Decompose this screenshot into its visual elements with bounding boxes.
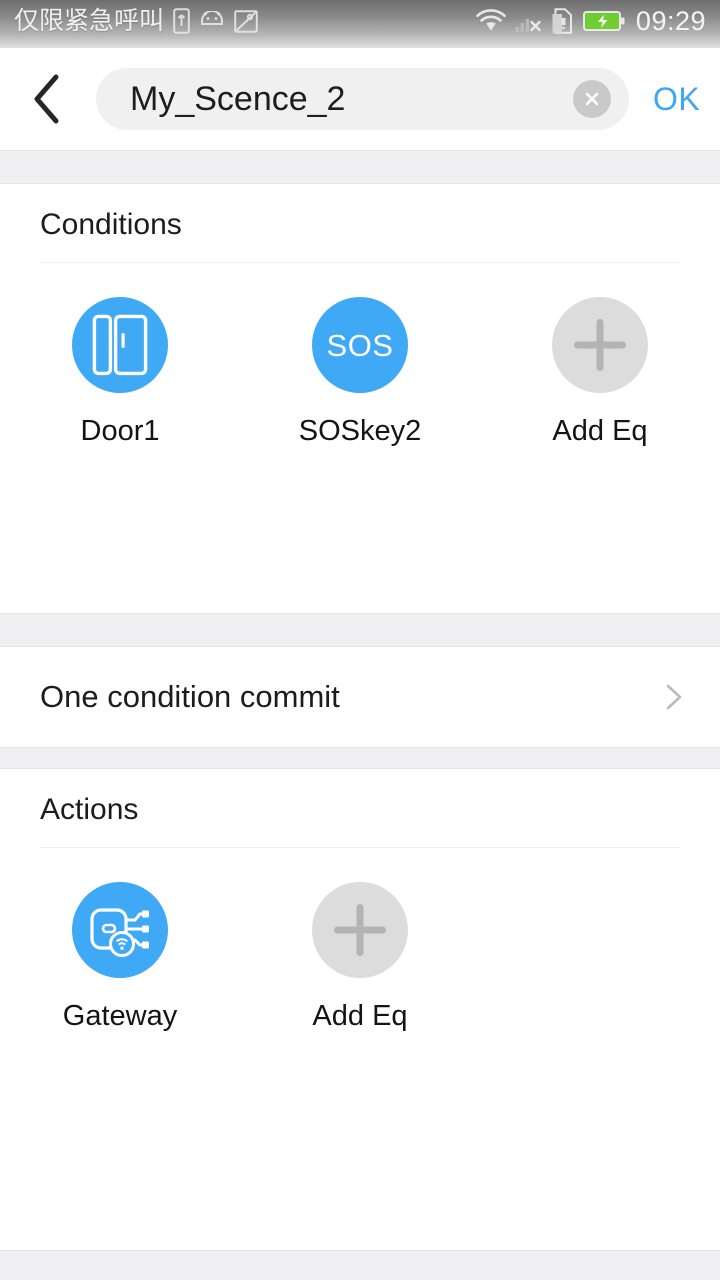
wifi-icon <box>476 8 506 30</box>
chevron-right-icon <box>666 684 682 710</box>
action-add-equipment[interactable]: Add Eq <box>240 882 480 1033</box>
condition-item-soskey2[interactable]: SOS SOSkey2 <box>240 297 480 448</box>
image-icon <box>234 9 258 33</box>
add-avatar <box>552 297 648 393</box>
clear-text-button[interactable] <box>573 80 611 118</box>
condition-item-door1[interactable]: Door1 <box>0 297 240 448</box>
actions-grid: Gateway Add Eq <box>0 848 720 1033</box>
section-gap-middle <box>0 613 720 647</box>
bottom-gap <box>0 1250 720 1280</box>
back-button[interactable] <box>28 68 84 130</box>
status-bar-left: 仅限紧急呼叫 <box>14 8 475 34</box>
commit-row-label: One condition commit <box>40 679 340 714</box>
condition-label: Add Eq <box>552 415 648 447</box>
scene-name-input[interactable] <box>130 79 573 119</box>
app-screen: 仅限紧急呼叫 09:29 My_Scence_2 OK Conditions D… <box>0 0 720 1280</box>
actions-body: Gateway Add Eq <box>0 848 720 1178</box>
condition-add-equipment[interactable]: Add Eq <box>480 297 720 448</box>
one-condition-commit-row[interactable]: One condition commit <box>0 647 720 747</box>
section-gap-top <box>0 150 720 184</box>
status-bar-right: 09:29 <box>475 5 706 36</box>
status-bar: 仅限紧急呼叫 09:29 <box>0 0 720 48</box>
sos-avatar: SOS <box>312 297 408 393</box>
action-label: Add Eq <box>312 1000 408 1032</box>
android-icon <box>201 11 224 25</box>
conditions-title: Conditions <box>40 208 182 241</box>
door-sensor-icon <box>92 314 148 376</box>
close-icon <box>585 92 599 106</box>
condition-label: SOSkey2 <box>298 415 422 447</box>
chevron-left-icon <box>34 74 59 124</box>
top-app-bar: OK <box>0 48 720 150</box>
conditions-grid: Door1 SOS SOSkey2 Add Eq <box>0 263 720 448</box>
add-avatar <box>312 882 408 978</box>
sos-icon: SOS <box>326 327 394 363</box>
condition-label: Door1 <box>80 415 160 447</box>
actions-title: Actions <box>40 793 139 826</box>
section-gap-lower <box>0 747 720 769</box>
gateway-avatar <box>72 882 168 978</box>
scene-name-field[interactable] <box>96 68 629 130</box>
gateway-icon <box>90 908 149 957</box>
sd-card-icon <box>552 8 572 34</box>
actions-section: Actions Gateway Add Eq <box>0 769 720 1178</box>
action-item-gateway[interactable]: Gateway <box>0 882 240 1033</box>
carrier-label: 仅限紧急呼叫 <box>14 6 165 35</box>
sim-card-icon <box>173 8 190 34</box>
conditions-section: Conditions Door1 SOS SOSkey2 Add Eq <box>0 184 720 613</box>
ok-button[interactable]: OK <box>639 73 712 126</box>
action-label: Gateway <box>62 1000 178 1032</box>
no-signal-icon <box>515 18 541 32</box>
plus-icon <box>334 904 386 956</box>
battery-charging-icon <box>582 11 625 31</box>
clock-label: 09:29 <box>635 5 706 36</box>
plus-icon <box>574 319 626 371</box>
door-sensor-avatar <box>72 297 168 393</box>
conditions-body: Door1 SOS SOSkey2 Add Eq <box>0 263 720 613</box>
